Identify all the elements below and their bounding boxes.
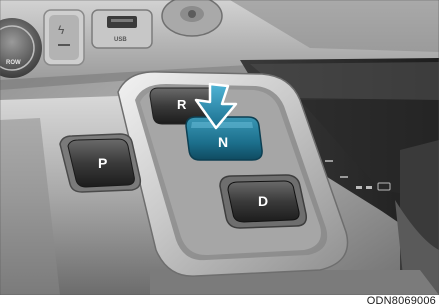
round-outlet [161, 0, 223, 37]
usb-label: USB [114, 37, 127, 43]
shift-label-r: R [177, 97, 187, 112]
shift-button-p[interactable]: P [59, 133, 142, 193]
shift-button-d[interactable]: D [219, 174, 308, 229]
shift-label-p: P [98, 155, 107, 171]
power-switch: ϟ [43, 9, 85, 66]
shift-label-d: D [258, 193, 268, 209]
side-label: ROW [6, 60, 21, 66]
usb-port: USB [91, 9, 153, 49]
vehicle-console-photo: ROW ϟ USB R N P D [0, 0, 439, 295]
shift-label-n: N [218, 134, 228, 150]
shift-button-n[interactable]: N [185, 116, 263, 161]
figure-code-caption: ODN8069006 [366, 295, 436, 307]
power-symbol-icon: ϟ [58, 23, 65, 37]
